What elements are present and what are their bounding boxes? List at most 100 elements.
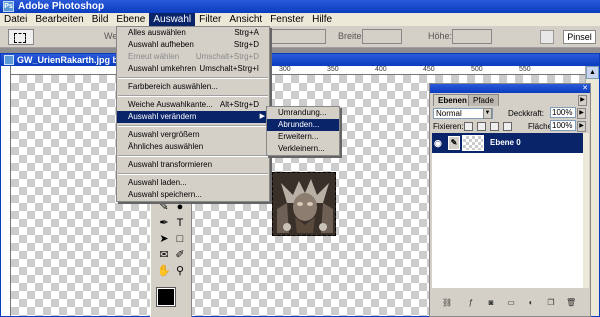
menu-item-label: Farbbereich auswählen... xyxy=(128,82,218,91)
layer-style-icon[interactable]: ƒ xyxy=(466,298,476,308)
auswahl-veraendern-submenu: Umrandung... Abrunden... Erweitern... Verkl… xyxy=(266,106,340,156)
toolbox: ✎ ● ✒ T ➤ □ ✉ ✐ ✋ ⚲ xyxy=(150,196,192,317)
document-title-bar[interactable]: GW_UrienRakarth.jpg bei xyxy=(1,54,599,66)
new-set-icon[interactable]: ▭ xyxy=(506,298,516,308)
menu-item-shortcut: Umschalt+Strg+D xyxy=(195,52,259,61)
trash-icon[interactable]: 🗑 xyxy=(566,298,576,308)
layer-thumbnail xyxy=(462,135,484,151)
ruler-tick-label: 500 xyxy=(471,66,483,73)
print-icon[interactable] xyxy=(540,30,554,44)
style-dropdown[interactable] xyxy=(268,29,326,44)
eye-icon[interactable]: ◉ xyxy=(434,137,446,149)
scroll-up-arrow-icon[interactable]: ▲ xyxy=(586,66,599,79)
opacity-field[interactable]: 100% xyxy=(550,107,576,118)
hand-tool-icon[interactable]: ✋ xyxy=(157,264,171,278)
submenu-item[interactable]: Verkleinern... xyxy=(267,143,339,155)
menu-item-label: Erneut wählen xyxy=(128,52,180,61)
menu-item: Erneut wählen Umschalt+Strg+D xyxy=(117,51,269,63)
zoom-tool-icon[interactable]: ⚲ xyxy=(173,264,187,278)
menu-separator xyxy=(118,95,268,97)
fill-arrow-icon[interactable]: ▶ xyxy=(577,121,586,132)
menu-ansicht[interactable]: Ansicht xyxy=(225,13,266,26)
rectangle-tool-icon[interactable]: □ xyxy=(173,232,187,246)
layer-row[interactable]: ◉ ✎ Ebene 0 xyxy=(432,133,587,153)
tab-pfade[interactable]: Pfade xyxy=(468,94,499,106)
menu-filter[interactable]: Filter xyxy=(195,13,225,26)
menu-item-shortcut: Alt+Strg+D xyxy=(219,100,259,109)
horizontal-ruler: 300 350 400 450 500 550 xyxy=(11,66,599,75)
menu-item[interactable]: Auswahl laden... xyxy=(117,177,269,189)
pen-tool-icon[interactable]: ✎ xyxy=(157,200,171,214)
breite-label: Breite: xyxy=(338,31,365,41)
submenu-item[interactable]: Erweitern... xyxy=(267,131,339,143)
lock-transparency-icon[interactable] xyxy=(464,122,473,131)
opacity-arrow-icon[interactable]: ▶ xyxy=(577,108,586,119)
submenu-arrow-icon: ▶ xyxy=(259,113,265,120)
pen-path-tool-icon[interactable]: ✒ xyxy=(157,216,171,230)
layers-scrollbar[interactable] xyxy=(583,133,589,288)
menu-ebene[interactable]: Ebene xyxy=(112,13,149,26)
menu-item-label: Weiche Auswahlkante... xyxy=(128,100,213,109)
menu-item[interactable]: Weiche Auswahlkante... Alt+Strg+D xyxy=(117,99,269,111)
lock-row: Fixieren: Fläche: 100% ▶ xyxy=(430,120,590,134)
opacity-label: Deckkraft: xyxy=(508,109,545,118)
layer-mask-icon[interactable]: ◙ xyxy=(486,298,496,308)
menu-separator xyxy=(118,173,268,175)
tool-preset-picker[interactable] xyxy=(8,29,34,45)
lock-image-icon[interactable] xyxy=(477,122,486,131)
link-icon[interactable]: ⛓ xyxy=(442,298,452,308)
menu-item[interactable]: Auswahl aufheben Strg+D xyxy=(117,39,269,51)
type-tool-icon[interactable]: T xyxy=(173,216,187,230)
menu-fenster[interactable]: Fenster xyxy=(266,13,308,26)
menu-auswahl[interactable]: Auswahl xyxy=(149,13,196,26)
menu-item[interactable]: Alles auswählen Strg+A xyxy=(117,27,269,39)
menu-item-label: Auswahl umkehren xyxy=(128,64,197,73)
menu-item-shortcut: Umschalt+Strg+I xyxy=(199,64,259,73)
menu-item[interactable]: Farbbereich auswählen... xyxy=(117,81,269,93)
new-layer-icon[interactable]: ❐ xyxy=(546,298,556,308)
menu-item-label: Auswahl transformieren xyxy=(128,160,213,169)
ruler-tick-label: 300 xyxy=(279,66,291,73)
chevron-down-icon[interactable]: ▼ xyxy=(483,108,492,119)
menu-item[interactable]: Ähnliches auswählen xyxy=(117,141,269,153)
menu-item-shortcut: Strg+D xyxy=(233,40,259,49)
layer-name: Ebene 0 xyxy=(490,138,521,147)
path-selection-tool-icon[interactable]: ➤ xyxy=(157,232,171,246)
submenu-item[interactable]: Umrandung... xyxy=(267,107,339,119)
menu-item-label: Auswahl aufheben xyxy=(128,40,194,49)
tab-ebenen[interactable]: Ebenen xyxy=(433,94,472,106)
palette-menu-arrow-icon[interactable]: ▶ xyxy=(578,95,587,106)
menu-item[interactable]: Auswahl vergrößern xyxy=(117,129,269,141)
submenu-item[interactable]: Abrunden... xyxy=(267,119,339,131)
app-title: Adobe Photoshop xyxy=(18,1,105,12)
layers-palette: ✕ Ebenen Pfade ▶ Normal ▼ Deckkraft: 100… xyxy=(429,83,591,317)
menu-item-label: Auswahl verändern xyxy=(128,112,197,121)
hoehe-label: Höhe: xyxy=(428,31,453,41)
document-icon xyxy=(4,55,14,65)
menu-item[interactable]: Auswahl transformieren xyxy=(117,159,269,171)
menu-item[interactable]: Auswahl umkehren Umschalt+Strg+I xyxy=(117,63,269,75)
pinsel-tab[interactable]: Pinsel xyxy=(563,30,596,44)
lock-position-icon[interactable] xyxy=(490,122,499,131)
photoshop-app-icon: Ps xyxy=(3,1,14,12)
foreground-color-swatch[interactable] xyxy=(156,287,176,307)
menu-item[interactable]: Auswahl verändern ▶ xyxy=(117,111,269,123)
layers-tabs: Ebenen Pfade ▶ xyxy=(430,94,590,106)
ruler-tick-label: 400 xyxy=(375,66,387,73)
fill-field[interactable]: 100% xyxy=(550,120,576,131)
breite-field[interactable] xyxy=(362,29,402,44)
lock-all-icon[interactable] xyxy=(503,122,512,131)
eyedropper-tool-icon[interactable]: ✐ xyxy=(173,248,187,262)
notes-tool-icon[interactable]: ✉ xyxy=(157,248,171,262)
burn-tool-icon[interactable]: ● xyxy=(173,200,187,214)
menu-hilfe[interactable]: Hilfe xyxy=(308,13,336,26)
menu-bild[interactable]: Bild xyxy=(88,13,113,26)
menu-datei[interactable]: Datei xyxy=(0,13,31,26)
layers-palette-titlebar[interactable]: ✕ xyxy=(430,84,590,93)
menu-bearbeiten[interactable]: Bearbeiten xyxy=(31,13,87,26)
menu-separator xyxy=(118,155,268,157)
adjustment-layer-icon[interactable]: ◐ xyxy=(526,298,536,308)
close-icon[interactable]: ✕ xyxy=(582,84,588,93)
hoehe-field[interactable] xyxy=(452,29,492,44)
menu-item[interactable]: Auswahl speichern... xyxy=(117,189,269,201)
